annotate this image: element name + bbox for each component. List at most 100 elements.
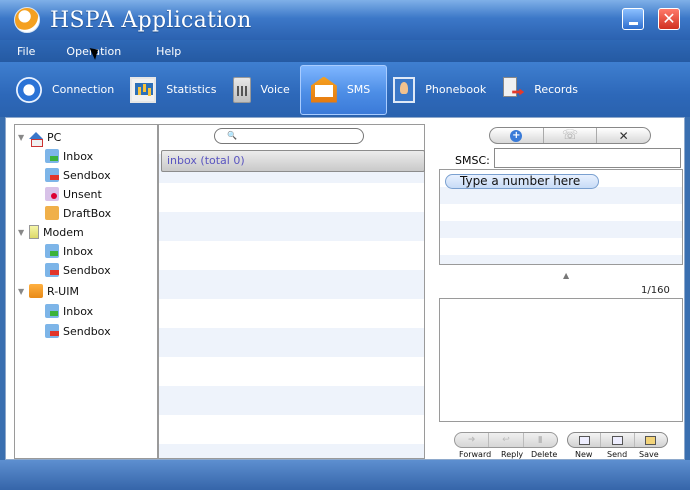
tab-voice[interactable]: Voice [227, 65, 300, 115]
tree-item-label: Sendbox [63, 263, 111, 277]
reply-button[interactable]: ↩ [489, 433, 524, 447]
send-button[interactable] [601, 433, 635, 447]
forward-label: Forward [459, 450, 492, 459]
tree-item-pc-sendbox[interactable]: Sendbox [45, 166, 111, 184]
tree-item-label: Unsent [63, 187, 102, 201]
search-icon: 🔍 [227, 131, 237, 140]
message-list: 🔍 inbox (total 0) [158, 124, 425, 459]
inbox-icon [45, 244, 59, 258]
tab-connection[interactable]: Connection [10, 65, 124, 115]
tree-item-modem-sendbox[interactable]: Sendbox [45, 261, 111, 279]
tree-item-label: Sendbox [63, 168, 111, 182]
sendbox-icon [45, 263, 59, 277]
expand-icon[interactable]: ▼ [18, 133, 26, 142]
new-label: New [575, 450, 593, 459]
forward-icon: ➜ [467, 435, 476, 445]
remove-icon: ✕ [618, 128, 629, 143]
voice-icon [232, 76, 251, 103]
tree-item-label: DraftBox [63, 206, 112, 220]
menu-operation[interactable]: Operation [49, 45, 121, 58]
tree-item-pc-inbox[interactable]: Inbox [45, 147, 93, 165]
expand-icon[interactable]: ▼ [18, 228, 26, 237]
sendbox-icon [45, 168, 59, 182]
inbox-icon [45, 304, 59, 318]
tree-item-label: Inbox [63, 149, 94, 163]
tree-item-label: Inbox [63, 304, 94, 318]
tab-phonebook[interactable]: Phonebook [387, 65, 496, 115]
tree-item-ruim-inbox[interactable]: Inbox [45, 302, 93, 320]
tree-item-ruim-sendbox[interactable]: Sendbox [45, 322, 111, 340]
tree-node-modem[interactable]: ▼ Modem [18, 223, 84, 241]
unsent-icon [45, 187, 59, 201]
tab-statistics-label: Statistics [166, 83, 217, 96]
minimize-icon[interactable] [622, 8, 644, 30]
tree-item-pc-draftbox[interactable]: DraftBox [45, 204, 111, 222]
search-input[interactable]: 🔍 [214, 128, 364, 144]
home-icon [29, 131, 43, 147]
sendbox-icon [45, 324, 59, 338]
tree-item-label: Sendbox [63, 324, 111, 338]
ruim-card-icon [29, 284, 43, 298]
save-button[interactable] [635, 433, 667, 447]
tab-phonebook-label: Phonebook [425, 83, 487, 96]
menu-file[interactable]: File [0, 45, 35, 58]
menu-help[interactable]: Help [139, 45, 181, 58]
caret-up-icon: ▲ [563, 271, 570, 280]
smsc-label: SMSC: [455, 154, 490, 167]
inbox-icon [45, 149, 59, 163]
new-icon [578, 435, 590, 445]
delete-label: Delete [531, 450, 558, 459]
phone-icon: ☏ [561, 128, 579, 143]
message-action-group: ➜ ↩ ▮ [454, 432, 558, 448]
tree-node-pc[interactable]: ▼ PC [18, 128, 62, 147]
title-bar: HSPA Application ✕ [0, 0, 690, 40]
status-bar [0, 460, 690, 490]
close-icon[interactable]: ✕ [658, 8, 680, 30]
connection-icon [16, 76, 42, 103]
records-icon [502, 76, 524, 103]
tree-node-label: Modem [43, 225, 84, 239]
tab-records[interactable]: Records [496, 65, 588, 115]
app-logo-icon [14, 7, 40, 33]
tab-sms[interactable]: SMS [299, 64, 388, 115]
sms-icon [310, 76, 337, 103]
tab-records-label: Records [534, 83, 578, 96]
send-icon [611, 435, 623, 445]
add-icon: + [510, 129, 523, 142]
tree-node-label: PC [47, 130, 62, 144]
new-button[interactable] [568, 433, 602, 447]
remove-recipient-button[interactable]: ✕ [597, 128, 650, 143]
tab-statistics[interactable]: Statistics [124, 65, 226, 115]
tree-node-label: R-UIM [47, 284, 79, 298]
menu-bar: File Operation Help [0, 40, 690, 62]
tree-item-modem-inbox[interactable]: Inbox [45, 242, 93, 260]
tree-node-ruim[interactable]: ▼ R-UIM [18, 282, 79, 300]
message-body-input[interactable] [439, 298, 683, 422]
inbox-header[interactable]: inbox (total 0) [161, 150, 425, 172]
reply-icon: ↩ [502, 435, 510, 445]
recipient-list[interactable]: Type a number here [439, 169, 683, 265]
compose-panel: + ☏ ✕ SMSC: Type a number here ▲ 1/160 ➜… [431, 120, 683, 460]
save-icon [645, 435, 657, 445]
call-button[interactable]: ☏ [544, 128, 598, 143]
reply-label: Reply [501, 450, 524, 459]
phonebook-icon [393, 76, 416, 103]
delete-icon: ▮ [537, 435, 543, 445]
tree-item-label: Inbox [63, 244, 94, 258]
compose-action-group [567, 432, 668, 448]
number-input[interactable]: Type a number here [445, 174, 599, 189]
forward-button[interactable]: ➜ [455, 433, 490, 447]
character-counter: 1/160 [641, 285, 670, 296]
tab-voice-label: Voice [260, 83, 290, 96]
tab-connection-label: Connection [52, 83, 115, 96]
app-title: HSPA Application [50, 7, 252, 33]
add-recipient-button[interactable]: + [490, 128, 544, 143]
statistics-icon [130, 76, 157, 103]
sms-panel: ▼ PC Inbox Sendbox Unsent DraftBox ▼ Mod… [5, 117, 685, 460]
smsc-input[interactable] [494, 148, 681, 168]
delete-button[interactable]: ▮ [524, 433, 557, 447]
tab-sms-label: SMS [346, 83, 371, 96]
expand-icon[interactable]: ▼ [18, 287, 26, 296]
tree-item-pc-unsent[interactable]: Unsent [45, 185, 102, 203]
send-label: Send [607, 450, 628, 459]
